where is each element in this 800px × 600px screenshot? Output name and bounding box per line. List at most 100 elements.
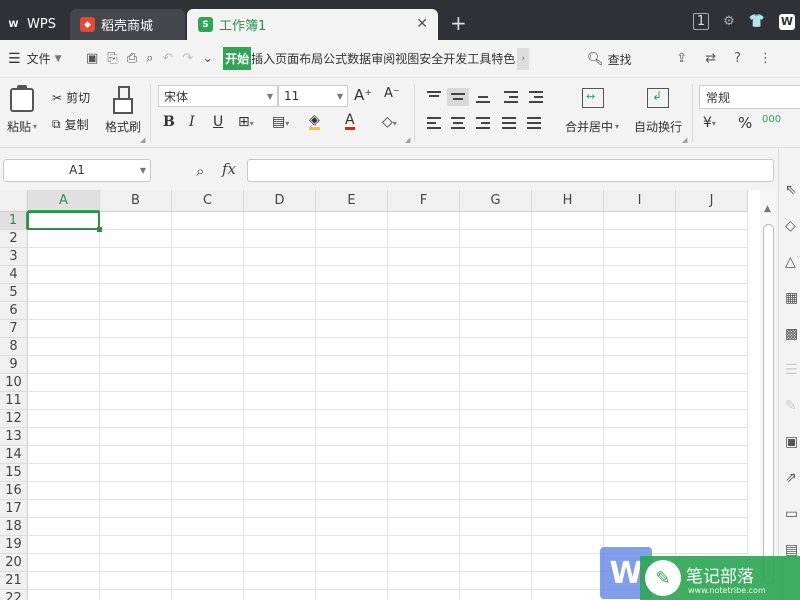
zoom-icon[interactable]: ⌕: [196, 162, 204, 180]
styles-icon[interactable]: △: [785, 254, 796, 270]
close-tab-icon[interactable]: ✕: [416, 16, 428, 32]
row-header[interactable]: 3: [0, 248, 28, 266]
file-menu[interactable]: ☰ 文件 ▼: [0, 50, 80, 67]
row-header[interactable]: 22: [0, 590, 28, 600]
tab-wps[interactable]: W WPS: [0, 9, 68, 40]
bold-icon[interactable]: B: [163, 114, 175, 130]
column-header[interactable]: G: [460, 190, 532, 212]
print-icon[interactable]: ⎙: [127, 51, 137, 66]
paste-button[interactable]: 粘贴 ▾: [7, 118, 37, 135]
column-header[interactable]: C: [172, 190, 244, 212]
fill-color-icon[interactable]: ◈: [309, 113, 320, 130]
column-header[interactable]: F: [388, 190, 460, 212]
format-painter-icon[interactable]: [112, 86, 133, 114]
tab-insert[interactable]: 插入: [251, 48, 275, 69]
scroll-thumb[interactable]: [763, 224, 774, 584]
underline-icon[interactable]: U: [213, 114, 223, 130]
apps-icon[interactable]: ▩: [785, 326, 798, 342]
tool-icon[interactable]: ☰: [785, 362, 798, 378]
tab-workbook[interactable]: S 工作簿1 ✕: [187, 9, 438, 40]
increase-indent-icon[interactable]: [527, 90, 545, 104]
merge-center-button[interactable]: 合并居中 ▾: [565, 118, 619, 135]
tab-review[interactable]: 审阅: [371, 48, 395, 69]
row-header[interactable]: 16: [0, 482, 28, 500]
share-icon[interactable]: ⇪: [676, 51, 687, 66]
row-header[interactable]: 18: [0, 518, 28, 536]
cut-button[interactable]: ✂ 剪切: [52, 89, 90, 106]
copy-button[interactable]: ⧉ 复制: [52, 116, 89, 133]
thousands-separator-icon[interactable]: 000: [762, 114, 781, 125]
share-panel-icon[interactable]: ⇗: [785, 470, 797, 486]
decrease-indent-icon[interactable]: [502, 90, 520, 104]
row-header[interactable]: 4: [0, 266, 28, 284]
align-top-icon[interactable]: [425, 90, 443, 104]
italic-icon[interactable]: I: [189, 114, 195, 130]
image-icon[interactable]: ▣: [785, 434, 798, 450]
clipboard-icon[interactable]: [10, 85, 34, 112]
distributed-align-icon[interactable]: [525, 116, 543, 130]
column-header[interactable]: I: [604, 190, 676, 212]
insert-function-icon[interactable]: fx: [222, 160, 236, 178]
settings-icon[interactable]: ⚙: [723, 14, 735, 29]
sync-icon[interactable]: ⇄: [705, 51, 716, 66]
row-header[interactable]: 13: [0, 428, 28, 446]
edit-icon[interactable]: ✎: [785, 398, 797, 414]
vertical-scrollbar[interactable]: ▲: [760, 190, 778, 600]
backup-icon[interactable]: ▭: [785, 506, 798, 522]
row-header[interactable]: 19: [0, 536, 28, 554]
row-header[interactable]: 7: [0, 320, 28, 338]
align-right-icon[interactable]: [474, 116, 492, 130]
align-left-icon[interactable]: [425, 116, 443, 130]
tab-home[interactable]: 开始: [223, 47, 252, 70]
align-middle-icon[interactable]: [447, 88, 469, 106]
help-icon[interactable]: ?: [734, 51, 741, 66]
tab-security[interactable]: 安全: [419, 48, 443, 69]
row-header[interactable]: 2: [0, 230, 28, 248]
redo-icon[interactable]: ↷: [182, 51, 193, 66]
column-header[interactable]: E: [316, 190, 388, 212]
row-header[interactable]: 9: [0, 356, 28, 374]
row-header[interactable]: 20: [0, 554, 28, 572]
column-header[interactable]: J: [676, 190, 748, 212]
font-color-icon[interactable]: A: [345, 113, 355, 130]
row-header[interactable]: 12: [0, 410, 28, 428]
format-painter-button[interactable]: 格式刷: [105, 118, 141, 135]
column-header[interactable]: D: [244, 190, 316, 212]
currency-icon[interactable]: ¥ ▾: [703, 115, 716, 131]
borders-icon[interactable]: ⊞▾: [238, 114, 254, 130]
row-header[interactable]: 1: [0, 212, 28, 230]
column-header[interactable]: A: [28, 190, 100, 212]
select-pointer-icon[interactable]: ⇖: [785, 182, 797, 198]
font-size-select[interactable]: 11 ▼: [278, 85, 348, 107]
more-tabs-chevron-icon[interactable]: ›: [517, 47, 530, 70]
dialog-launcher-icon[interactable]: ◢: [405, 136, 410, 144]
select-all-corner[interactable]: [0, 190, 28, 212]
new-tab-button[interactable]: +: [450, 11, 467, 35]
spreadsheet-grid[interactable]: A B C D E F G H I J 1 2 3 4 5 6 7 8 9 10 11 12 13 14 15 16 17 18 19 2…: [0, 190, 760, 600]
tab-formulas[interactable]: 公式: [323, 48, 347, 69]
tab-data[interactable]: 数据: [347, 48, 371, 69]
percent-icon[interactable]: %: [738, 114, 752, 132]
font-name-select[interactable]: 宋体 ▼: [158, 85, 278, 107]
shapes-icon[interactable]: ◇: [785, 218, 796, 234]
name-box[interactable]: A1 ▼: [3, 159, 151, 182]
number-format-select[interactable]: 常规: [699, 85, 800, 109]
wrap-text-icon[interactable]: [647, 88, 669, 108]
align-bottom-icon[interactable]: [474, 90, 492, 104]
active-cell[interactable]: [27, 211, 102, 232]
table-icon[interactable]: ▦: [785, 290, 798, 306]
row-header[interactable]: 6: [0, 302, 28, 320]
align-center-icon[interactable]: [449, 116, 467, 130]
dialog-launcher-icon[interactable]: ◢: [682, 136, 687, 144]
row-header[interactable]: 15: [0, 464, 28, 482]
formula-input[interactable]: [247, 159, 774, 182]
increase-font-icon[interactable]: A⁺: [354, 86, 372, 104]
account-icon[interactable]: W: [779, 13, 795, 30]
dialog-launcher-icon[interactable]: ◢: [140, 136, 145, 144]
tab-page-layout[interactable]: 页面布局: [275, 48, 323, 69]
export-pdf-icon[interactable]: ⎘: [107, 51, 117, 66]
merge-cells-icon[interactable]: [582, 88, 604, 108]
print-preview-icon[interactable]: ⌕: [146, 51, 153, 66]
column-header[interactable]: B: [100, 190, 172, 212]
row-header[interactable]: 5: [0, 284, 28, 302]
